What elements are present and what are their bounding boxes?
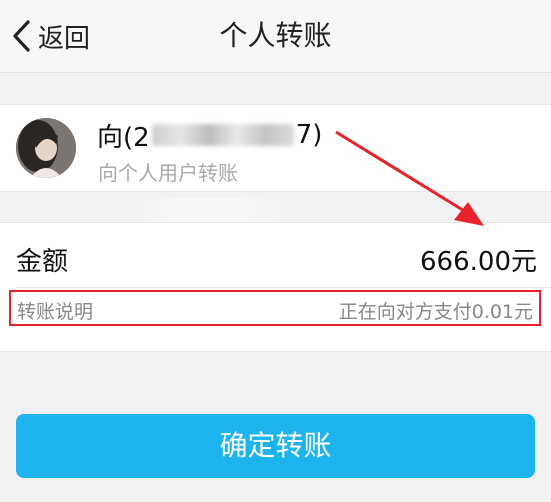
confirm-transfer-button[interactable]: 确定转账 [16, 414, 535, 478]
blurred-account-number [151, 124, 294, 146]
recipient-subtitle: 向个人用户转账 [98, 161, 238, 185]
navigation-bar: 返回 个人转账 [0, 0, 551, 73]
recipient-name: 向(2 7) [97, 117, 322, 153]
divider [16, 287, 551, 288]
recipient-name-prefix: 向(2 [97, 122, 150, 153]
recipient-card: 向(2 7) 向个人用户转账 [0, 104, 551, 192]
page-title: 个人转账 [219, 19, 332, 52]
note-field[interactable]: 正在向对方支付0.01元 [339, 297, 533, 324]
note-label: 转账说明 [17, 301, 94, 323]
faded-overlay-text [130, 198, 290, 222]
transfer-note-row[interactable]: 转账说明 正在向对方支付0.01元 [9, 290, 541, 326]
recipient-name-suffix: 7) [295, 120, 323, 150]
transfer-details: 金额 666.00元 转账说明 正在向对方支付0.01元 [0, 222, 551, 352]
amount-label: 金额 [16, 247, 69, 277]
avatar [16, 118, 76, 178]
amount-field[interactable]: 666.00元 [420, 241, 537, 278]
